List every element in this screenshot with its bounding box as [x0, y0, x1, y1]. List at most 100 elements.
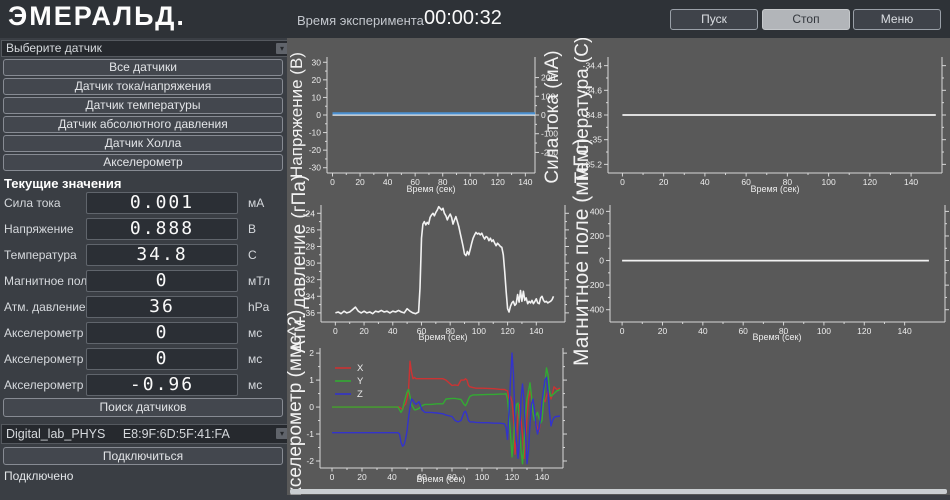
value-row-accel-y: Акселерометр Y 0 мс [0, 348, 287, 370]
svg-text:40: 40 [700, 177, 710, 187]
svg-text:100: 100 [472, 326, 486, 336]
svg-text:20: 20 [658, 326, 668, 336]
value-digits: 34.8 [87, 245, 237, 265]
svg-text:140: 140 [529, 326, 543, 336]
svg-text:120: 120 [500, 326, 514, 336]
value-digits: 0 [87, 349, 237, 369]
connect-button[interactable]: Подключиться [3, 447, 283, 465]
value-digits: 36 [87, 297, 237, 317]
svg-text:20: 20 [359, 326, 369, 336]
device-name: Digital_lab_PHYS [6, 427, 105, 441]
svg-text:20: 20 [312, 75, 322, 85]
value-label: Напряжение [4, 218, 74, 240]
device-select[interactable]: Digital_lab_PHYS E8:9F:6D:5F:41:FA ▾ [1, 424, 291, 444]
value-display: 0.001 [86, 192, 238, 214]
svg-text:0: 0 [599, 256, 604, 266]
svg-text:120: 120 [491, 177, 505, 187]
value-digits: 0.888 [87, 219, 237, 239]
svg-text:100: 100 [817, 326, 831, 336]
sensor-button-current[interactable]: Датчик тока/напряжения [3, 78, 283, 95]
start-button[interactable]: Пуск [670, 9, 758, 30]
value-unit: мс [248, 322, 262, 344]
svg-text:100: 100 [463, 177, 477, 187]
chart-region: 0204060801001201403020100-10-20-30200100… [287, 38, 950, 495]
svg-text:120: 120 [863, 177, 877, 187]
svg-text:-20: -20 [309, 145, 322, 155]
sensor-button-pressure[interactable]: Датчик абсолютного давления [3, 116, 283, 133]
value-label: Магнитное поле [4, 270, 94, 292]
value-unit: В [248, 218, 256, 240]
svg-text:0: 0 [309, 402, 314, 412]
svg-text:40: 40 [387, 472, 397, 482]
svg-text:Время (сек): Время (сек) [416, 474, 465, 484]
svg-text:1: 1 [309, 375, 314, 385]
chart-temperature: 020406080100120140-34.4-34.6-34.8-35-35.… [572, 38, 946, 194]
value-row-magnetic: Магнитное поле 0 мТл [0, 270, 287, 292]
value-label: Атм. давление [4, 296, 86, 318]
value-display: 0 [86, 348, 238, 370]
svg-text:30: 30 [312, 57, 322, 67]
svg-text:-30: -30 [309, 163, 322, 173]
sensor-button-hall[interactable]: Датчик Холла [3, 135, 283, 152]
sensor-button-accelerometer[interactable]: Акселерометр [3, 154, 283, 171]
value-row-temperature: Температура 34.8 С [0, 244, 287, 266]
svg-text:Y: Y [357, 376, 364, 387]
svg-text:-10: -10 [309, 128, 322, 138]
svg-text:120: 120 [857, 326, 871, 336]
value-display: 0.888 [86, 218, 238, 240]
svg-text:0: 0 [333, 326, 338, 336]
value-digits: 0.001 [87, 193, 237, 213]
svg-text:0: 0 [330, 472, 335, 482]
value-row-pressure: Атм. давление 36 hPa [0, 296, 287, 318]
svg-text:20: 20 [659, 177, 669, 187]
svg-text:140: 140 [518, 177, 532, 187]
value-display: 36 [86, 296, 238, 318]
svg-text:100: 100 [475, 472, 489, 482]
svg-text:60: 60 [738, 326, 748, 336]
app-logo: ЭМЕРАЛЬД. [8, 1, 186, 32]
value-row-voltage: Напряжение 0.888 В [0, 218, 287, 240]
value-display: 0 [86, 270, 238, 292]
value-row-current: Сила тока 0.001 мА [0, 192, 287, 214]
search-sensors-button[interactable]: Поиск датчиков [3, 398, 283, 417]
value-label: Температура [4, 244, 77, 266]
svg-text:120: 120 [505, 472, 519, 482]
chart-magnetic: 0204060801001201404002000-200-400Время (… [570, 138, 949, 366]
value-unit: мА [248, 192, 264, 214]
horizontal-scrollbar[interactable] [290, 489, 947, 494]
experiment-timer-value: 00:00:32 [424, 7, 502, 30]
sensor-select[interactable]: Выберите датчик ▾ [1, 40, 291, 57]
current-values-title: Текущие значения [4, 176, 122, 191]
svg-text:0: 0 [620, 177, 625, 187]
svg-text:140: 140 [535, 472, 549, 482]
value-label: Акселерометр Y [4, 348, 95, 370]
value-display: 34.8 [86, 244, 238, 266]
svg-text:Магнитное поле (ммГс): Магнитное поле (ммГс) [570, 138, 593, 366]
value-row-accel-z: Акселерометр Z -0.96 мс [0, 374, 287, 396]
svg-text:Z: Z [357, 389, 363, 400]
svg-text:0: 0 [620, 326, 625, 336]
value-unit: С [248, 244, 257, 266]
menu-button[interactable]: Меню [853, 9, 941, 30]
svg-text:140: 140 [898, 326, 912, 336]
svg-text:-1: -1 [306, 429, 314, 439]
value-label: Сила тока [4, 192, 61, 214]
svg-text:20: 20 [355, 177, 365, 187]
value-digits: 0 [87, 323, 237, 343]
value-unit: мТл [248, 270, 270, 292]
sensor-button-all[interactable]: Все датчики [3, 59, 283, 76]
svg-text:Акселерометр (ммс^2): Акселерометр (ммс^2) [287, 310, 306, 495]
value-label: Акселерометр Z [4, 374, 94, 396]
svg-text:Время (сек): Время (сек) [752, 332, 801, 342]
chart-pressure: 020406080100120140-24-26-28-30-32-34-36В… [289, 175, 569, 353]
svg-text:Сила тока (мА): Сила тока (мА) [542, 50, 563, 183]
value-unit: hPa [248, 296, 269, 318]
stop-button[interactable]: Стоп [762, 9, 850, 30]
value-row-accel-x: Акселерометр X 0 мс [0, 322, 287, 344]
charts-canvas: 0204060801001201403020100-10-20-30200100… [287, 38, 950, 495]
sensor-button-temperature[interactable]: Датчик температуры [3, 97, 283, 114]
svg-text:10: 10 [312, 92, 322, 102]
chart-voltage_current: 0204060801001201403020100-10-20-30200100… [287, 50, 563, 194]
svg-text:2: 2 [309, 348, 314, 358]
svg-text:40: 40 [698, 326, 708, 336]
